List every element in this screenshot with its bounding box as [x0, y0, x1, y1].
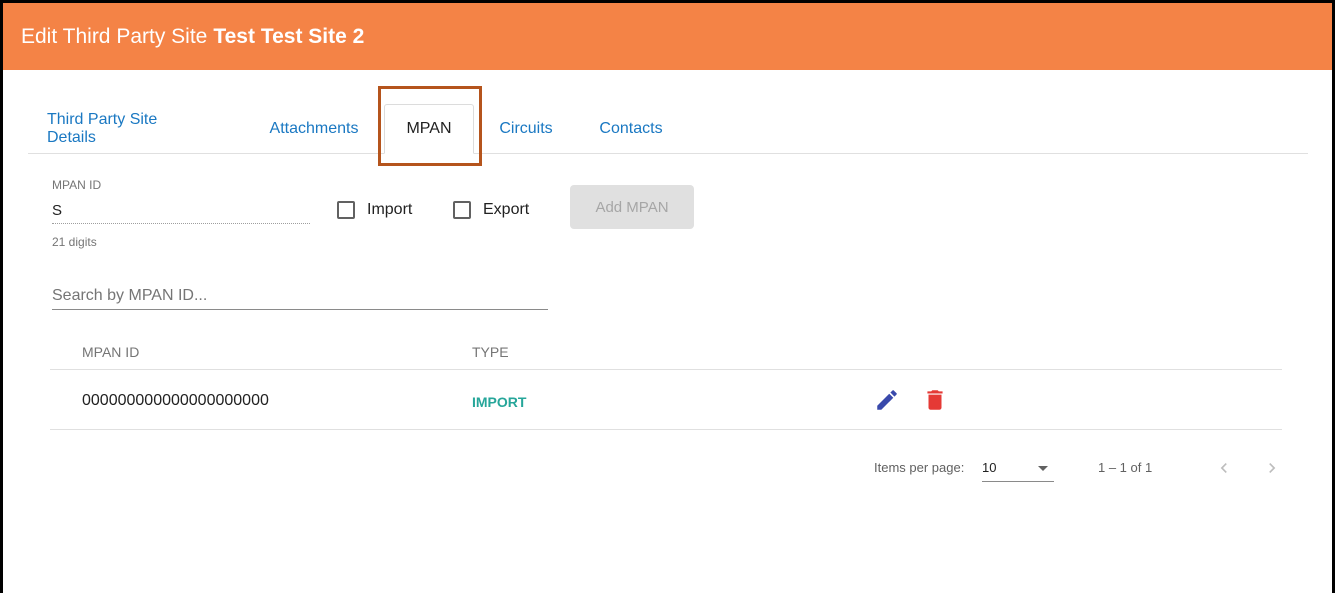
table-row: 000000000000000000000 IMPORT — [50, 370, 1282, 430]
tab-bar: Third Party Site Details Attachments MPA… — [28, 104, 1308, 154]
column-header-type: TYPE — [472, 344, 509, 360]
edit-icon[interactable] — [874, 387, 900, 413]
tab-attachments[interactable]: Attachments — [264, 104, 364, 154]
chevron-down-icon — [1038, 466, 1048, 471]
page-range-label: 1 – 1 of 1 — [1098, 460, 1153, 475]
export-checkbox-label: Export — [483, 201, 530, 218]
add-mpan-button[interactable]: Add MPAN — [570, 185, 694, 229]
import-checkbox-label: Import — [367, 201, 413, 218]
mpan-table: MPAN ID TYPE 000000000000000000000 IMPOR… — [50, 330, 1282, 430]
tab-third-party-site-details[interactable]: Third Party Site Details — [47, 104, 207, 154]
export-checkbox-box[interactable] — [453, 201, 471, 219]
header-title-prefix: Edit Third Party Site — [21, 24, 208, 48]
import-checkbox[interactable]: Import — [337, 199, 412, 221]
column-header-mpan-id: MPAN ID — [82, 344, 140, 360]
page-header: Edit Third Party Site Test Test Site 2 — [3, 3, 1332, 70]
mpan-id-hint: 21 digits — [52, 235, 97, 249]
mpan-id-input[interactable] — [52, 198, 310, 224]
table-header: MPAN ID TYPE — [50, 330, 1282, 370]
items-per-page-value: 10 — [982, 460, 997, 475]
items-per-page-label: Items per page: — [874, 460, 965, 475]
delete-icon[interactable] — [922, 387, 948, 413]
tab-circuits[interactable]: Circuits — [490, 104, 562, 154]
search-mpan-input[interactable] — [52, 282, 548, 310]
next-page-icon[interactable] — [1262, 458, 1282, 478]
items-per-page-select[interactable]: 10 — [982, 456, 1054, 482]
previous-page-icon[interactable] — [1214, 458, 1234, 478]
active-tab-highlight — [378, 86, 482, 166]
cell-mpan-id: 000000000000000000000 — [82, 392, 269, 409]
header-site-name: Test Test Site 2 — [213, 24, 365, 48]
mpan-id-label: MPAN ID — [52, 178, 102, 192]
import-checkbox-box[interactable] — [337, 201, 355, 219]
cell-type: IMPORT — [472, 394, 527, 410]
paginator: Items per page: 10 1 – 1 of 1 — [0, 450, 1335, 490]
export-checkbox[interactable]: Export — [453, 199, 529, 221]
tab-contacts[interactable]: Contacts — [592, 104, 670, 154]
